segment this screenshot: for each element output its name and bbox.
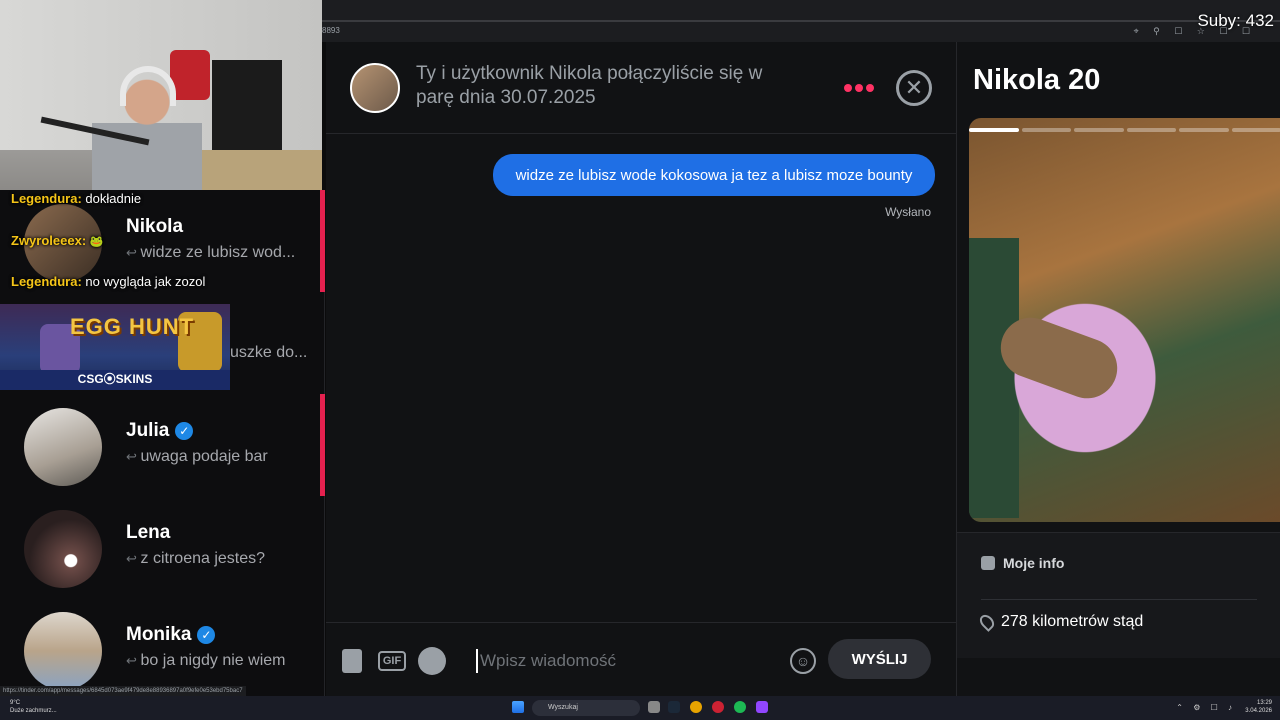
photo-progress-bars (969, 128, 1280, 132)
conversation-preview: bo ja nigdy nie wiem (140, 652, 286, 669)
profile-info-icon (981, 556, 995, 570)
spotify-icon[interactable] (418, 647, 446, 675)
chat-header: Ty i użytkownik Nikola połączyliście się… (326, 42, 956, 134)
profile-info-card: Moje info 278 kilometrów stąd (957, 532, 1280, 658)
subscriber-count: Suby: 432 (1197, 11, 1274, 30)
message-composer: GIF ☺ WYŚLIJ (326, 622, 956, 696)
unread-accent (320, 190, 325, 292)
browser-toolbar: 8893 ⌖ ⚲ ☐ ☆ ☐ ☐ (322, 0, 1280, 42)
match-avatar[interactable] (350, 63, 400, 113)
profile-panel: Nikola 20 Moje info 278 kilometrów stąd (956, 42, 1280, 696)
gif-icon[interactable]: GIF (378, 651, 406, 671)
conversation-item-julia[interactable]: Julia ✓ ↩ uwaga podaje bar (0, 394, 325, 496)
profile-photo[interactable] (969, 118, 1280, 522)
spotify-taskbar-icon[interactable] (734, 701, 746, 713)
address-bar-fragment[interactable]: 8893 (322, 26, 340, 35)
unread-accent (320, 394, 325, 496)
taskbar: 9°C Duże zachmurz... Wyszukaj ⌃ ⚙ ☐ ♪ 13:… (0, 696, 1280, 720)
steam-icon[interactable] (668, 701, 680, 713)
stream-chat-line: Legendura: dokładnie (11, 191, 142, 206)
reply-icon: ↩ (126, 449, 141, 464)
start-icon[interactable] (512, 701, 524, 713)
chat-panel: Ty i użytkownik Nikola połączyliście się… (326, 42, 956, 696)
status-url: https://tinder.com/app/messages/6845d073… (0, 686, 246, 696)
chrome-icon[interactable] (690, 701, 702, 713)
sponsor-banner: EGG HUNT CSG⦿SKINS (0, 304, 230, 390)
conversation-item-lena[interactable]: Lena ↩ z citroena jestes? (0, 496, 325, 598)
tab-strip-divider (322, 20, 1280, 22)
verified-badge-icon: ✓ (197, 626, 216, 644)
conversation-item-monika[interactable]: Monika ✓ ↩ bo ja nigdy nie wiem (0, 598, 325, 700)
avatar (24, 510, 102, 588)
stream-chat-line: Zwyroleeex: 🐸 (11, 233, 104, 248)
avatar (24, 612, 102, 690)
contact-card-icon[interactable] (342, 649, 362, 673)
close-icon[interactable]: ✕ (896, 70, 932, 106)
conversation-name: Lena (126, 522, 171, 543)
conversation-name: Nikola (126, 216, 184, 237)
weather-widget[interactable]: 9°C Duże zachmurz... (10, 699, 57, 715)
app-icon[interactable] (756, 701, 768, 713)
conversation-name: Monika (126, 624, 192, 645)
system-tray[interactable]: ⌃ ⚙ ☐ ♪ (1176, 703, 1236, 712)
app-icon[interactable] (712, 701, 724, 713)
send-button[interactable]: WYŚLIJ (828, 639, 931, 679)
divider (981, 599, 1257, 600)
location-pin-icon (977, 612, 997, 632)
conversation-preview: uszke do... (230, 344, 308, 361)
emote-icon: 🐸 (89, 236, 104, 248)
message-input[interactable] (476, 649, 776, 673)
conversation-name: Julia (126, 420, 170, 441)
stream-chat-line: Legendura: no wygląda jak zozol (11, 274, 206, 289)
promo-title: EGG HUNT (70, 314, 195, 339)
task-view-icon[interactable] (648, 701, 660, 713)
promo-brand: CSG⦿SKINS (77, 372, 153, 386)
reply-icon: ↩ (126, 245, 141, 260)
conversation-list: Nikola ↩ widze ze lubisz wod... uszke do… (0, 190, 325, 696)
webcam-feed (0, 0, 322, 190)
avatar (24, 408, 102, 486)
message-status: Wysłano (885, 205, 931, 219)
info-section-title: Moje info (981, 555, 1064, 571)
match-info-text: Ty i użytkownik Nikola połączyliście się… (416, 63, 763, 108)
conversation-preview: widze ze lubisz wod... (140, 244, 296, 261)
verified-badge-icon: ✓ (175, 422, 194, 440)
conversation-preview: uwaga podaje bar (140, 448, 268, 465)
message-bubble: widze ze lubisz wode kokosowa ja tez a l… (493, 154, 935, 196)
taskbar-search[interactable]: Wyszukaj (532, 700, 640, 716)
clock[interactable]: 13:29 3.04.2026 (1245, 699, 1272, 715)
profile-name-age: Nikola 20 (973, 64, 1101, 96)
reply-icon: ↩ (126, 551, 141, 566)
distance-row: 278 kilometrów stąd (977, 612, 1143, 632)
more-options-button[interactable] (844, 78, 874, 98)
conversation-preview: z citroena jestes? (140, 550, 266, 567)
reply-icon: ↩ (126, 653, 141, 668)
emoji-icon[interactable]: ☺ (790, 648, 816, 674)
